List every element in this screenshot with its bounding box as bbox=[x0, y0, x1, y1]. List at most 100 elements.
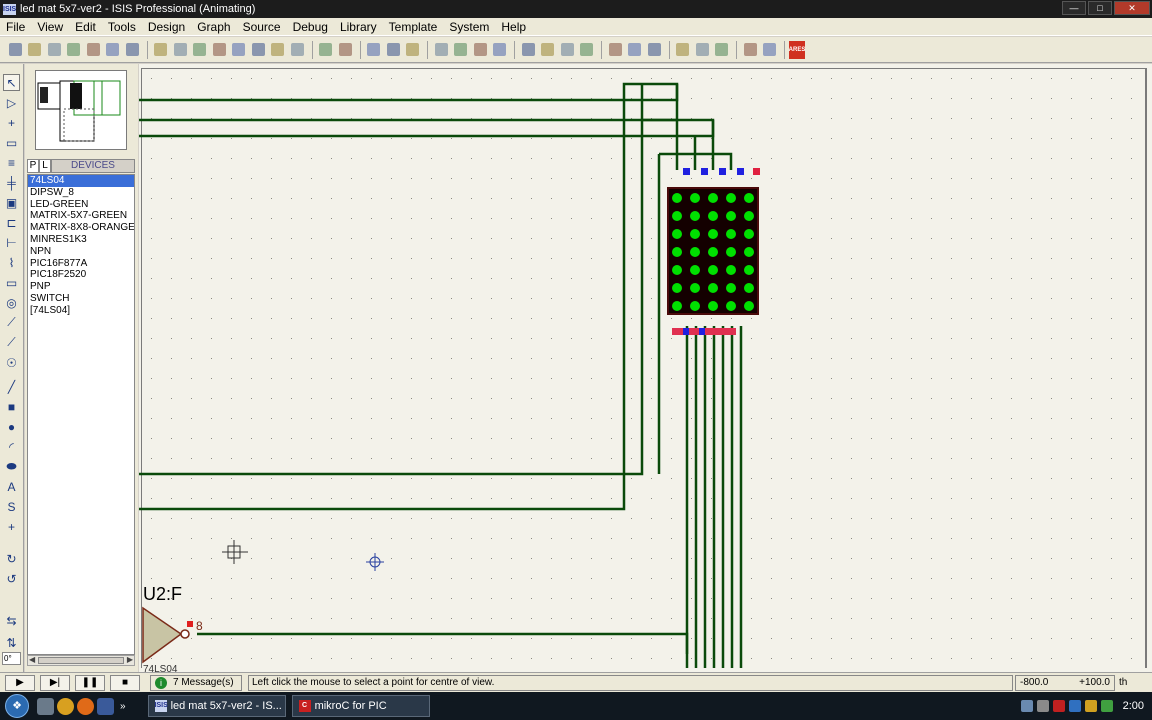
import-icon[interactable] bbox=[65, 41, 83, 59]
terminal-icon[interactable]: ⊏ bbox=[3, 214, 20, 231]
export-icon[interactable] bbox=[84, 41, 102, 59]
text-icon[interactable]: A bbox=[3, 478, 20, 495]
device-list-item[interactable]: MATRIX-8X8-ORANGE bbox=[28, 222, 134, 234]
led-matrix-5x7[interactable] bbox=[667, 168, 760, 335]
text-script-icon[interactable]: ≡ bbox=[3, 154, 20, 171]
zoom-out-icon[interactable] bbox=[249, 41, 267, 59]
wire-col-1[interactable] bbox=[139, 82, 679, 511]
messages-indicator[interactable]: i 7 Message(s) bbox=[150, 674, 242, 691]
battery-icon[interactable] bbox=[1100, 700, 1113, 712]
device-list-item[interactable]: PIC18F2520 bbox=[28, 269, 134, 281]
make-device-icon[interactable] bbox=[539, 41, 557, 59]
show-desktop-icon[interactable] bbox=[37, 697, 54, 715]
pick-devices-button[interactable]: P bbox=[27, 159, 39, 173]
schematic-canvas[interactable]: 8 74LS04 U2:F bbox=[139, 64, 1152, 672]
zoom-area-icon[interactable] bbox=[288, 41, 306, 59]
device-list-item[interactable]: PIC16F877A bbox=[28, 258, 134, 270]
device-list-item[interactable]: MINRES1K3 bbox=[28, 234, 134, 246]
block-delete-icon[interactable] bbox=[491, 41, 509, 59]
stop-button[interactable]: ■ bbox=[110, 674, 140, 691]
save-icon[interactable] bbox=[45, 41, 63, 59]
erc-icon[interactable] bbox=[761, 41, 779, 59]
cut-icon[interactable] bbox=[365, 41, 383, 59]
network-icon[interactable] bbox=[1020, 700, 1033, 712]
start-button[interactable]: ❖ bbox=[0, 692, 34, 720]
device-list-item[interactable]: 74LS04 bbox=[28, 175, 134, 187]
bus-icon[interactable]: ╪ bbox=[3, 174, 20, 191]
overview-window[interactable] bbox=[35, 70, 127, 150]
junction-icon[interactable]: + bbox=[3, 114, 20, 131]
print-icon[interactable] bbox=[104, 41, 122, 59]
device-list-item[interactable]: PNP bbox=[28, 281, 134, 293]
block-copy-icon[interactable] bbox=[432, 41, 450, 59]
chrome-icon[interactable] bbox=[57, 697, 74, 715]
firefox-icon[interactable] bbox=[77, 697, 94, 715]
circle-icon[interactable]: ● bbox=[3, 418, 20, 435]
graph-icon[interactable]: ⌇ bbox=[3, 254, 20, 271]
selection-mode-icon[interactable]: ↖ bbox=[3, 74, 20, 91]
step-button[interactable]: ▶| bbox=[40, 674, 70, 691]
copy-icon[interactable] bbox=[384, 41, 402, 59]
component-mode-icon[interactable]: ▷ bbox=[3, 94, 20, 111]
device-list-item[interactable]: NPN bbox=[28, 246, 134, 258]
goto-sheet-icon[interactable] bbox=[713, 41, 731, 59]
new-icon[interactable] bbox=[6, 41, 24, 59]
security-icon[interactable] bbox=[1052, 700, 1065, 712]
bom-icon[interactable] bbox=[741, 41, 759, 59]
scroll-thumb[interactable] bbox=[38, 657, 124, 664]
device-list-item[interactable]: DIPSW_8 bbox=[28, 187, 134, 199]
menu-edit[interactable]: Edit bbox=[69, 20, 102, 34]
wire-autorouter-icon[interactable] bbox=[606, 41, 624, 59]
menu-help[interactable]: Help bbox=[495, 20, 532, 34]
menu-view[interactable]: View bbox=[31, 20, 69, 34]
wire-col-2[interactable] bbox=[139, 118, 715, 476]
rotate-cw-icon[interactable]: ↻ bbox=[3, 550, 20, 567]
task-isis[interactable]: ISIS led mat 5x7-ver2 - IS... bbox=[147, 695, 286, 717]
open-icon[interactable] bbox=[26, 41, 44, 59]
volume-icon[interactable] bbox=[1036, 700, 1049, 712]
virtual-instruments-icon[interactable]: ☉ bbox=[3, 354, 20, 371]
more-icon[interactable]: » bbox=[120, 701, 126, 712]
generator-icon[interactable]: ◎ bbox=[3, 294, 20, 311]
zoom-all-icon[interactable] bbox=[269, 41, 287, 59]
packaging-icon[interactable] bbox=[558, 41, 576, 59]
redo-icon[interactable] bbox=[336, 41, 354, 59]
play-button[interactable]: ▶ bbox=[5, 674, 35, 691]
property-assign-icon[interactable] bbox=[645, 41, 663, 59]
device-list-scrollbar[interactable]: ◀ ▶ bbox=[27, 655, 135, 666]
rotate-ccw-icon[interactable]: ↺ bbox=[3, 570, 20, 587]
menu-system[interactable]: System bbox=[443, 20, 495, 34]
menu-library[interactable]: Library bbox=[334, 20, 383, 34]
menu-debug[interactable]: Debug bbox=[287, 20, 334, 34]
block-rotate-icon[interactable] bbox=[471, 41, 489, 59]
remove-sheet-icon[interactable] bbox=[693, 41, 711, 59]
path-icon[interactable]: ⬬ bbox=[3, 458, 20, 475]
device-list-item[interactable]: LED-GREEN bbox=[28, 199, 134, 211]
line-icon[interactable]: ╱ bbox=[3, 378, 20, 395]
close-button[interactable]: ✕ bbox=[1114, 1, 1150, 15]
pick-device-icon[interactable] bbox=[519, 41, 537, 59]
menu-source[interactable]: Source bbox=[237, 20, 287, 34]
menu-design[interactable]: Design bbox=[142, 20, 191, 34]
rotation-angle-field[interactable]: 0° bbox=[2, 652, 21, 665]
new-sheet-icon[interactable] bbox=[674, 41, 692, 59]
paste-icon[interactable] bbox=[404, 41, 422, 59]
device-list-item[interactable]: [74LS04] bbox=[28, 305, 134, 317]
wire-u2f-out[interactable] bbox=[197, 632, 689, 654]
minimize-button[interactable]: — bbox=[1062, 1, 1086, 15]
update-icon[interactable] bbox=[1084, 700, 1097, 712]
task-mikroc[interactable]: C mikroC for PIC bbox=[291, 695, 430, 717]
undo-icon[interactable] bbox=[317, 41, 335, 59]
symbol-icon[interactable]: S bbox=[3, 498, 20, 515]
language-icon[interactable] bbox=[1068, 700, 1081, 712]
menu-file[interactable]: File bbox=[0, 20, 31, 34]
maximize-button[interactable]: □ bbox=[1088, 1, 1112, 15]
flip-vertical-icon[interactable]: ⇅ bbox=[3, 634, 20, 651]
device-list-item[interactable]: MATRIX-5X7-GREEN bbox=[28, 210, 134, 222]
scroll-left-icon[interactable]: ◀ bbox=[29, 655, 35, 664]
redraw-icon[interactable] bbox=[152, 41, 170, 59]
arc-icon[interactable]: ◜ bbox=[3, 438, 20, 455]
search-tag-icon[interactable] bbox=[626, 41, 644, 59]
tape-recorder-icon[interactable]: ▭ bbox=[3, 274, 20, 291]
scroll-right-icon[interactable]: ▶ bbox=[127, 655, 133, 664]
